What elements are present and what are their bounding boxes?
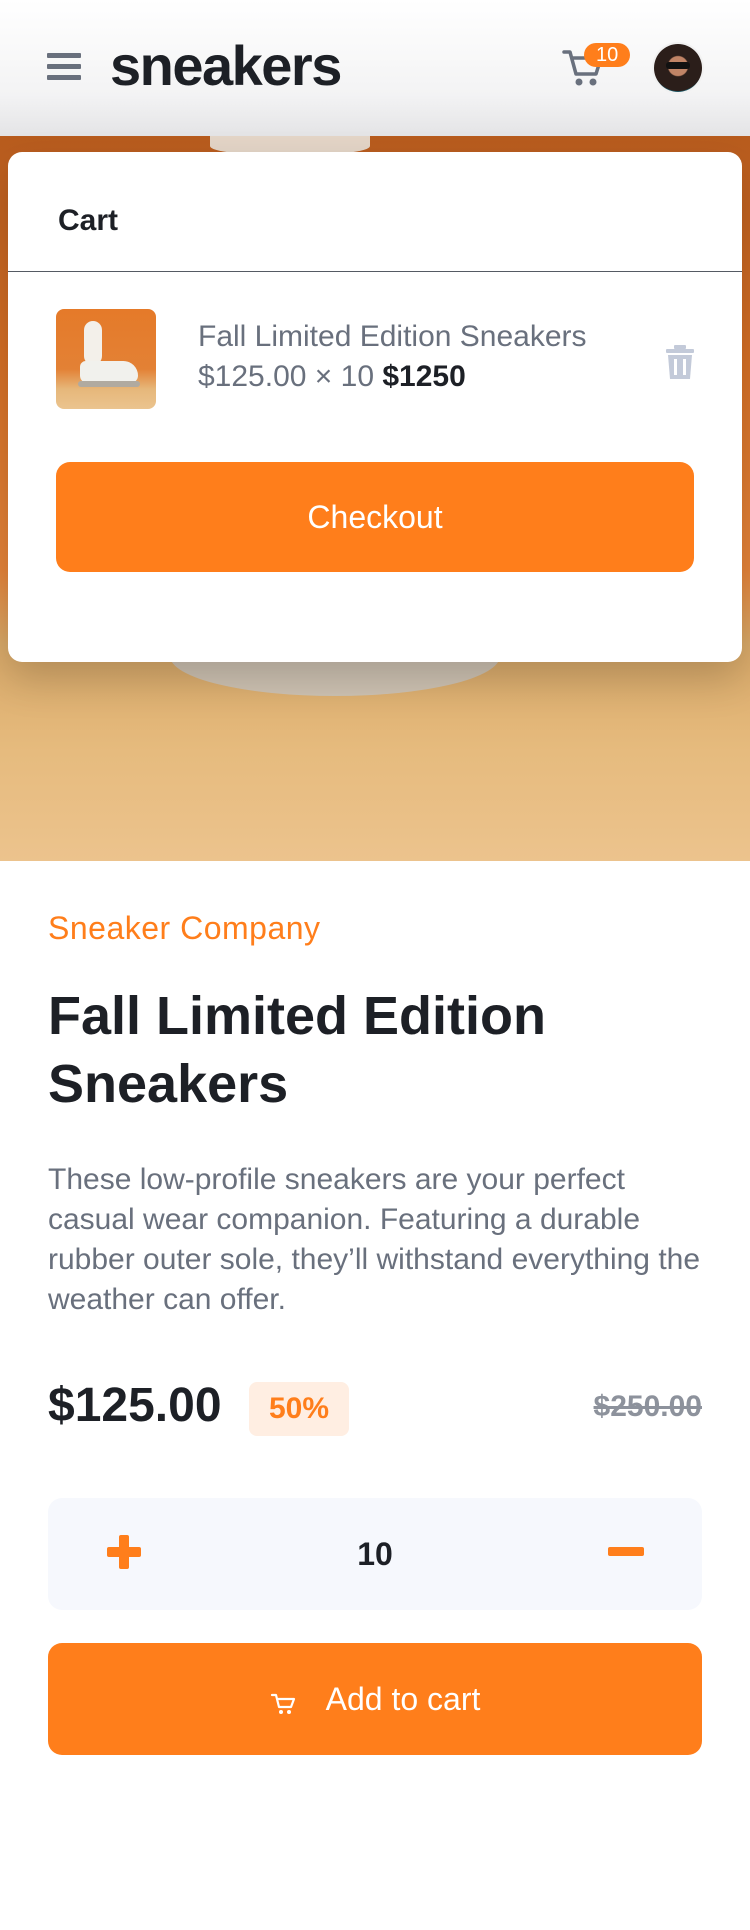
cart-item-price-line: $125.00 × 10 $1250 [198,360,466,394]
avatar[interactable] [654,44,702,92]
company-name: Sneaker Company [48,910,321,946]
cart-title: Cart [58,204,119,237]
cart-item-name: Fall Limited Edition Sneakers [198,320,587,353]
plus-icon[interactable] [104,1532,144,1572]
checkout-button[interactable]: Checkout [56,462,694,572]
add-to-cart-label: Add to cart [325,1680,481,1717]
quantity-value: 10 [357,1536,393,1572]
trash-icon[interactable] [666,345,694,379]
cart-count-badge: 10 [584,43,631,67]
cart-panel: Cart Fall Limited Edition Sneakers $125.… [8,152,742,662]
current-price: $125.00 [48,1379,222,1432]
discount-badge: 50% [249,1382,349,1436]
original-price: $250.00 [593,1390,702,1423]
minus-icon[interactable] [606,1532,646,1572]
menu-icon[interactable] [47,53,81,83]
top-header: sneakers 10 [0,0,750,136]
quantity-stepper: 10 [48,1498,702,1610]
cart-item-quantity: × 10 [314,360,375,393]
product-description: These low-profile sneakers are your perf… [48,1163,701,1316]
product-title: Fall Limited Edition Sneakers [48,986,546,1114]
logo[interactable]: sneakers [110,30,342,102]
cart-icon [270,1687,296,1714]
add-to-cart-button[interactable]: Add to cart [48,1643,702,1755]
cart-item-total: $1250 [382,360,466,393]
cart-item-thumbnail [56,309,156,409]
cart-item-unit-price: $125.00 [198,360,307,393]
divider [8,271,742,272]
